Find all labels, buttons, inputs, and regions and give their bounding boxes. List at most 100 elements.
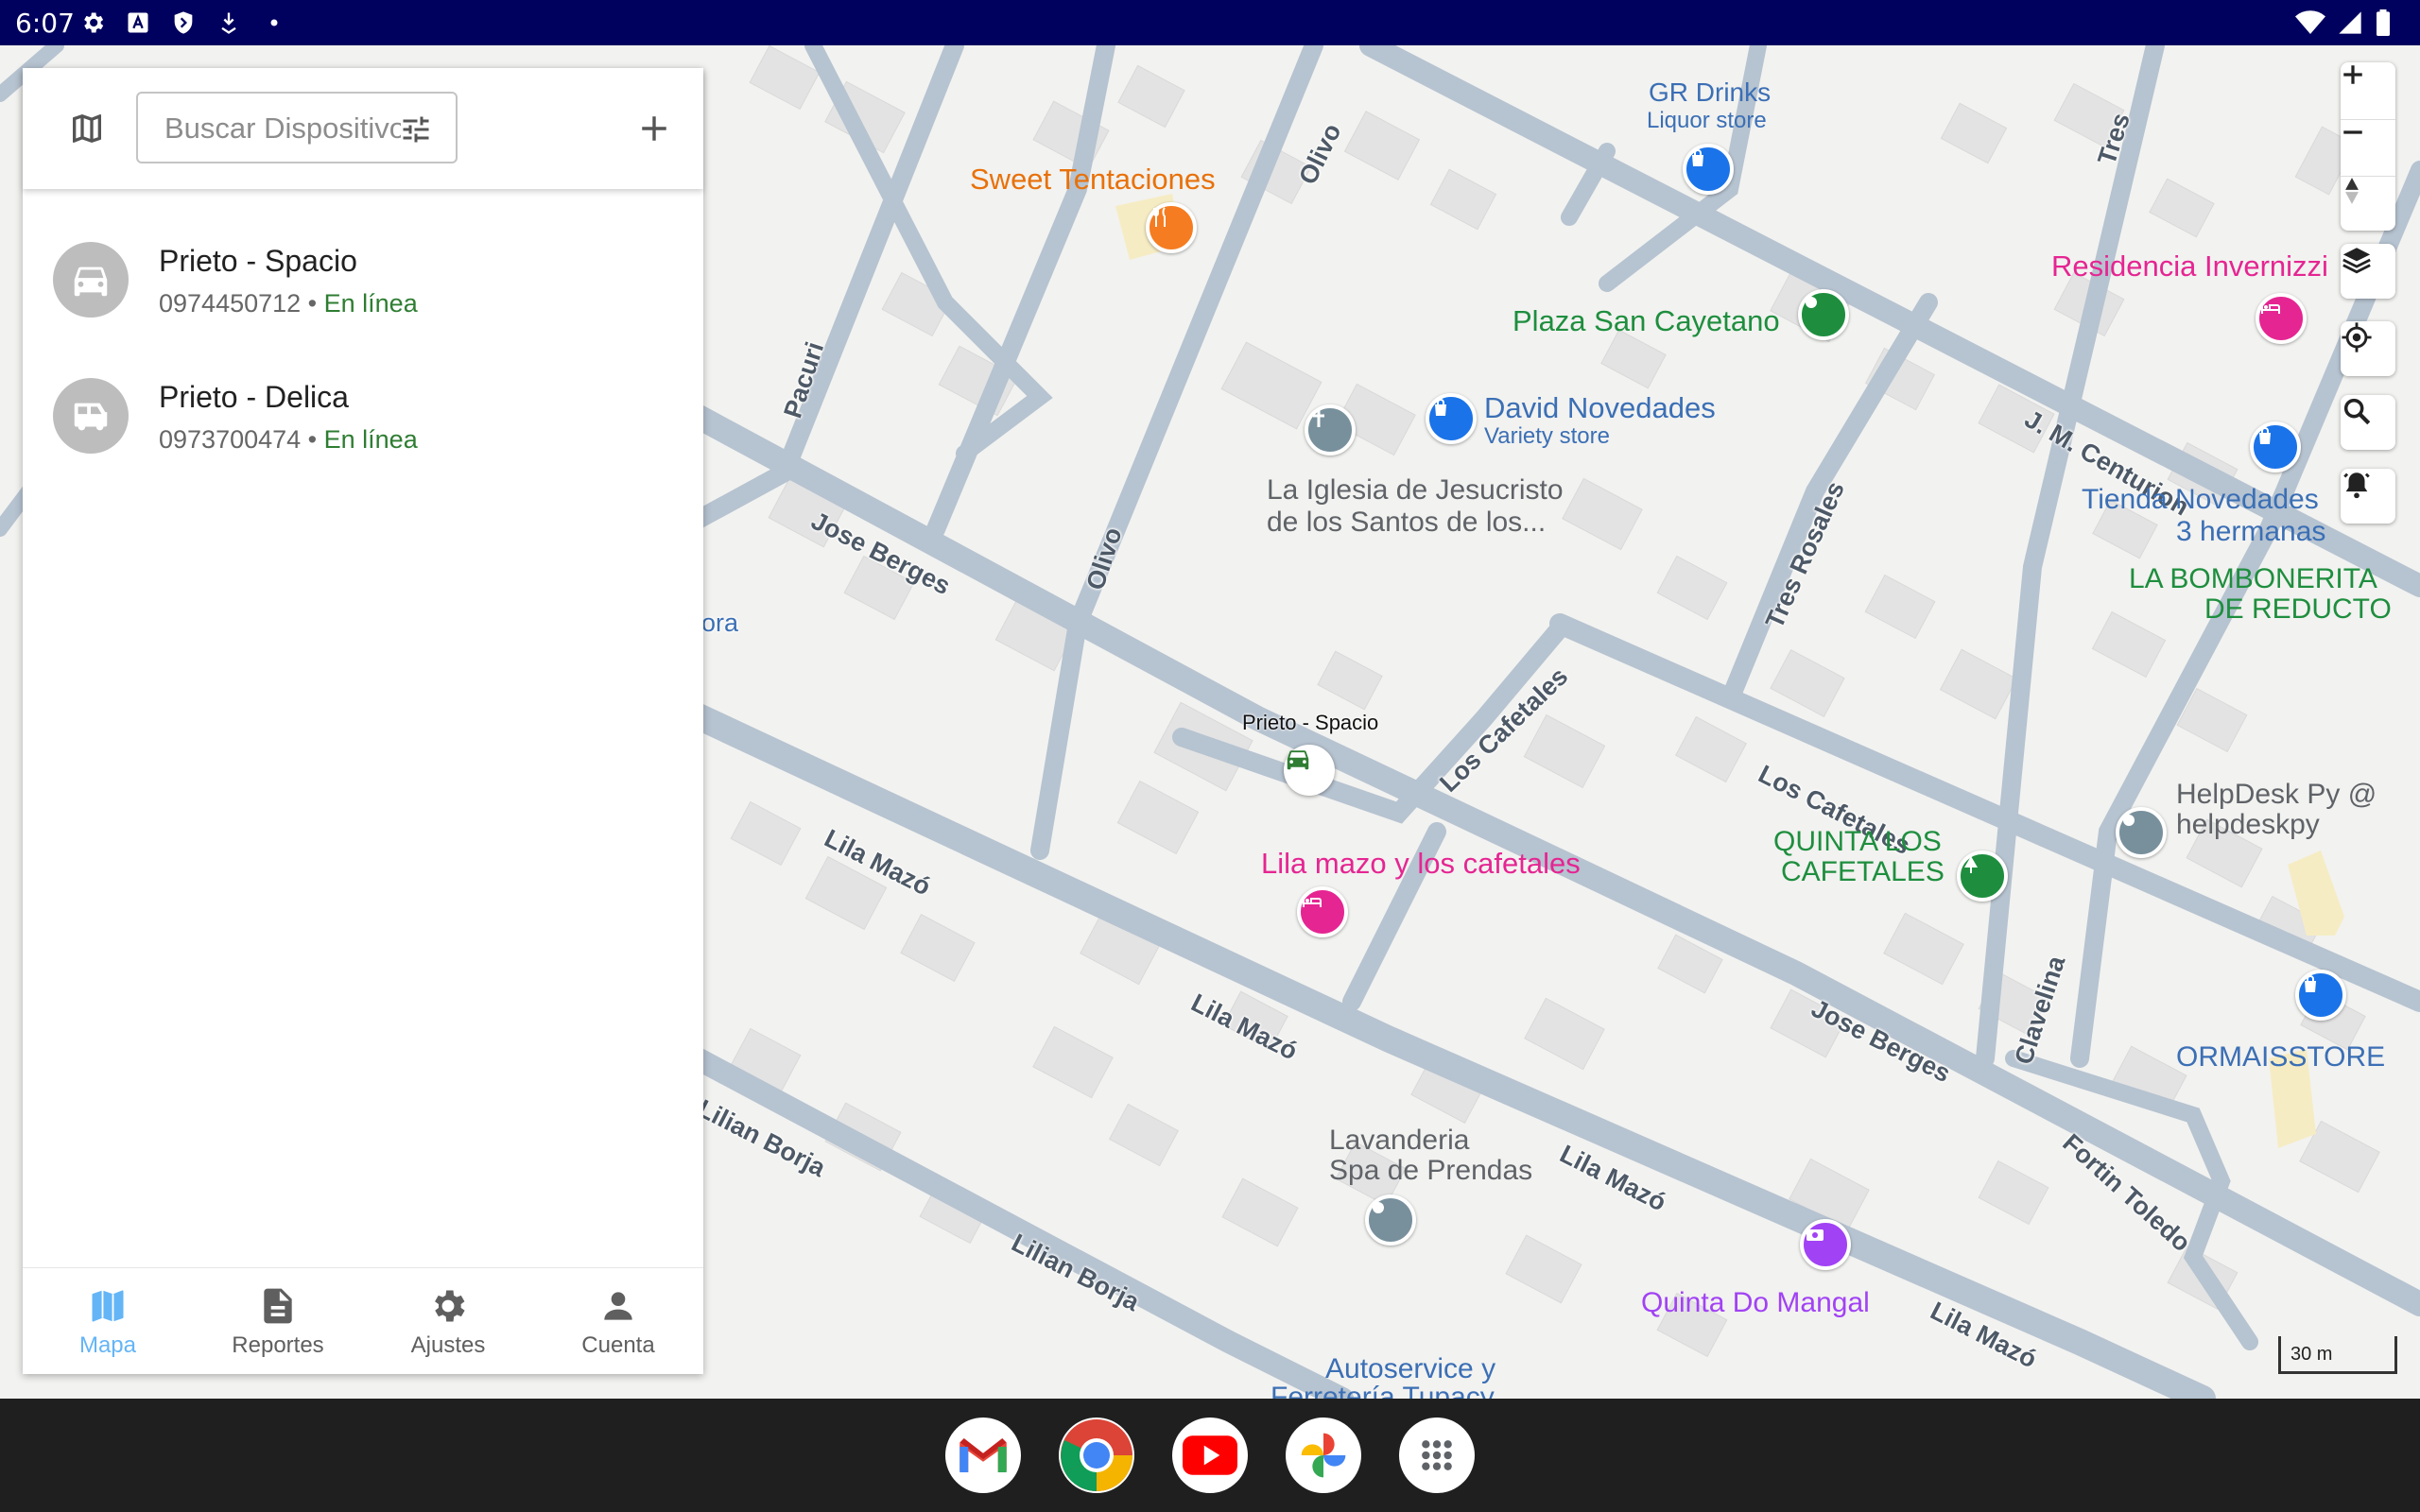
place-name: helpdeskpy	[2176, 809, 2320, 841]
alarm-bell-button[interactable]	[2341, 469, 2395, 524]
place-name: Residencia Invernizzi	[2051, 249, 2328, 284]
place-name: CAFETALES	[1781, 856, 1945, 888]
signal-icon	[2337, 9, 2363, 41]
vehicle-marker-icon[interactable]	[1284, 745, 1335, 796]
car-avatar-icon	[53, 242, 129, 318]
hotel-pin-icon[interactable]	[2256, 293, 2307, 344]
church-pin-icon[interactable]	[1305, 404, 1356, 455]
place-pin-icon[interactable]	[2116, 807, 2167, 858]
vehicle-label: Prieto - Spacio	[1242, 711, 1378, 735]
filter-button[interactable]	[397, 111, 435, 148]
park-pin-icon[interactable]	[1798, 289, 1849, 340]
chrome-icon	[1059, 1418, 1134, 1493]
zoom-out-button[interactable]	[2341, 119, 2395, 175]
map-icon	[87, 1285, 129, 1327]
nav-ajustes[interactable]: Ajustes	[363, 1268, 533, 1374]
place-name: QUINTA LOS	[1773, 826, 1942, 858]
map-scale: 30 m	[2278, 1336, 2397, 1374]
tree-pin-icon[interactable]	[1957, 850, 2008, 902]
van-avatar-icon	[53, 378, 129, 454]
gmail-app-button[interactable]	[945, 1418, 1021, 1493]
place-name: GR Drinks	[1649, 77, 1771, 108]
map-search-button[interactable]	[2341, 395, 2395, 450]
shopping-pin-icon[interactable]	[2250, 421, 2301, 472]
place-name: Lila mazo y los cafetales	[1261, 847, 1581, 881]
place-name: Tienda Novedades	[2082, 484, 2319, 516]
chrome-app-button[interactable]	[1059, 1418, 1134, 1493]
street-label: ora	[701, 609, 738, 638]
search-box	[136, 92, 458, 163]
wifi-icon	[2295, 9, 2325, 41]
place-name: Plaza San Cayetano	[1512, 304, 1780, 338]
separator: •	[301, 289, 323, 318]
plus-icon	[638, 112, 670, 145]
place-name: LA BOMBONERITA	[2129, 563, 2377, 595]
nav-label: Mapa	[23, 1332, 193, 1359]
place-name: DE REDUCTO	[2204, 593, 2392, 626]
nav-cuenta[interactable]: Cuenta	[533, 1268, 703, 1374]
place-pin-icon[interactable]	[1365, 1194, 1416, 1246]
zoom-controls	[2341, 62, 2395, 231]
tune-icon	[399, 112, 433, 146]
place-name: Sweet Tentaciones	[970, 163, 1216, 197]
shopping-pin-icon[interactable]	[1426, 393, 1477, 444]
restaurant-pin-icon[interactable]	[1146, 202, 1197, 253]
dot-status-icon	[261, 9, 287, 36]
youtube-app-button[interactable]	[1172, 1418, 1248, 1493]
app-a-status-icon	[125, 9, 151, 36]
my-location-button[interactable]	[2341, 321, 2395, 376]
shopping-pin-icon[interactable]	[2295, 970, 2346, 1021]
settings-status-icon	[79, 9, 106, 36]
youtube-icon	[1183, 1435, 1237, 1475]
zoom-in-button[interactable]	[2341, 62, 2395, 117]
device-list-item[interactable]: Prieto - Delica 0973700474 • En línea	[23, 346, 703, 482]
place-name: ORMAISSTORE	[2176, 1041, 2385, 1074]
device-details: 0974450712 • En línea	[159, 289, 418, 318]
photos-app-button[interactable]	[1286, 1418, 1361, 1493]
map-toggle-button[interactable]	[60, 102, 113, 155]
app-grid-icon	[1418, 1436, 1456, 1474]
download-status-icon	[216, 9, 242, 36]
place-name: 3 hermanas	[2176, 516, 2325, 548]
place-name: Lavanderia	[1329, 1125, 1469, 1157]
gmail-icon	[958, 1435, 1009, 1475]
compass-button[interactable]	[2341, 176, 2395, 232]
bottom-navigation: Mapa Reportes Ajustes Cuenta	[23, 1267, 703, 1374]
layers-button[interactable]	[2341, 244, 2395, 299]
place-name: La Iglesia de Jesucristo	[1267, 474, 1564, 507]
shopping-pin-icon[interactable]	[1683, 144, 1734, 195]
separator: •	[301, 425, 323, 454]
device-list-item[interactable]: Prieto - Spacio 0974450712 • En línea	[23, 210, 703, 346]
device-name: Prieto - Delica	[159, 380, 349, 415]
photos-icon	[1297, 1429, 1350, 1482]
add-device-button[interactable]	[628, 102, 681, 155]
nav-reportes[interactable]: Reportes	[193, 1268, 363, 1374]
search-devices-input[interactable]	[163, 109, 403, 148]
taskbar	[0, 1399, 2420, 1512]
document-icon	[257, 1285, 299, 1327]
device-status: En línea	[324, 289, 418, 318]
hotel-pin-icon[interactable]	[1297, 886, 1348, 937]
nav-label: Cuenta	[533, 1332, 703, 1359]
device-name: Prieto - Spacio	[159, 244, 357, 279]
nav-label: Ajustes	[363, 1332, 533, 1359]
panel-header	[23, 68, 703, 189]
place-category: Liquor store	[1647, 108, 1767, 134]
place-name: de los Santos de los...	[1267, 507, 1546, 539]
photo-pin-icon[interactable]	[1800, 1219, 1851, 1270]
status-bar: 6:07	[0, 0, 2420, 45]
person-icon	[597, 1285, 639, 1327]
device-phone: 0974450712	[159, 289, 301, 318]
nav-label: Reportes	[193, 1332, 363, 1359]
nav-mapa[interactable]: Mapa	[23, 1268, 193, 1374]
device-details: 0973700474 • En línea	[159, 425, 418, 455]
battery-icon	[2375, 9, 2392, 41]
place-name: Spa de Prendas	[1329, 1155, 1532, 1187]
devices-panel: Prieto - Spacio 0974450712 • En línea Pr…	[23, 68, 703, 1374]
scale-label: 30 m	[2290, 1344, 2332, 1366]
place-name: Quinta Do Mangal	[1641, 1287, 1870, 1319]
app-drawer-button[interactable]	[1399, 1418, 1475, 1493]
place-name: Ferretería Tupacy	[1270, 1382, 1495, 1399]
gear-icon	[427, 1285, 469, 1327]
place-name: David Novedades	[1484, 391, 1716, 425]
